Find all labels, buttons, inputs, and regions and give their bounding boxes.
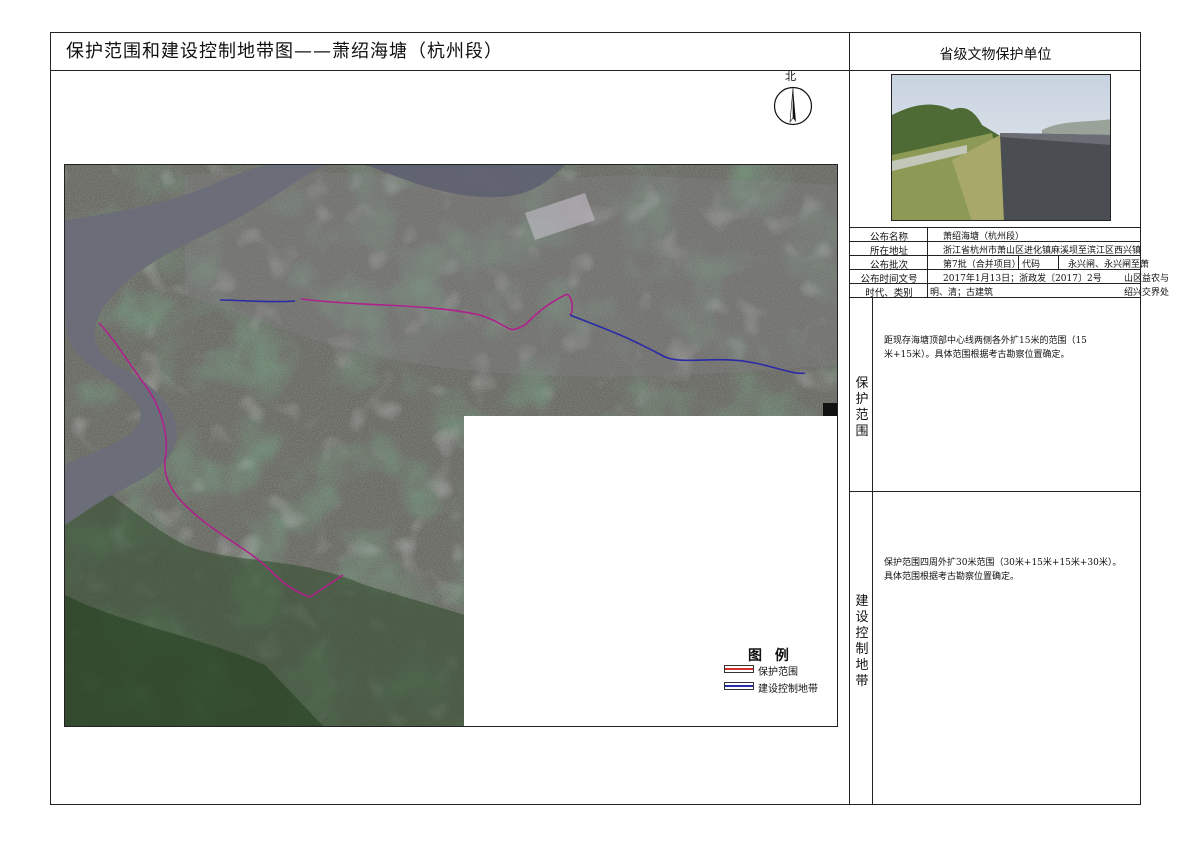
site-photo: [891, 74, 1111, 221]
info-label-doc: 公布时间文号: [860, 274, 918, 285]
info-extra-doc: 山区益农与: [1124, 274, 1170, 284]
info-value-era: 明、清；古建筑: [930, 288, 994, 298]
legend-swatch-control: [724, 682, 754, 690]
zone-label-divider: [872, 297, 873, 805]
control-zone-label: 建 设 控 制 地 带: [855, 594, 869, 689]
north-arrow-icon: [773, 86, 813, 126]
info-value-doc: 2017年1月13日；浙政发〔2017〕2号: [943, 274, 1102, 284]
panel-title: 省级文物保护单位: [939, 47, 1052, 63]
zone-divider: [849, 491, 1141, 492]
north-label: 北: [785, 70, 796, 83]
info-value-name: 萧绍海塘（杭州段）: [943, 232, 1025, 242]
title-divider: [50, 70, 1141, 71]
info-value-address: 浙江省杭州市萧山区进化镇麻溪坝至滨江区西兴镇: [943, 246, 1142, 256]
info-extra-era: 绍兴交界处: [1124, 288, 1170, 298]
satellite-imagery: [65, 165, 837, 726]
protection-zone-label: 保 护 范 围: [855, 376, 869, 439]
info-label-code: 代码: [1022, 260, 1041, 270]
info-label-address: 所在地址: [869, 246, 908, 257]
protection-zone-text: 距现存海塘顶部中心线两侧各外扩15米的范围（15 米+15米）。具体范围根据考古…: [884, 336, 1087, 360]
map-title: 保护范围和建设控制地带图——萧绍海塘（杭州段）: [66, 41, 503, 62]
info-label-era: 时代、类别: [865, 288, 913, 299]
satellite-map[interactable]: [64, 164, 838, 727]
info-label-batch: 公布批次: [869, 260, 908, 271]
legend-swatch-protection: [724, 665, 754, 673]
legend-label-protection: 保护范围: [758, 667, 798, 678]
legend-title: 图 例: [748, 648, 793, 664]
info-label-name: 公布名称: [869, 232, 908, 243]
panel-divider: [849, 32, 850, 805]
info-extra-batch: 永兴闸、永兴闸至萧: [1068, 260, 1150, 270]
legend-label-control: 建设控制地带: [758, 684, 818, 695]
control-zone-text: 保护范围四周外扩30米范围（30米+15米+15米+30米）。 具体范围根据考古…: [884, 558, 1122, 582]
info-value-batch: 第7批（合并项目）: [943, 260, 1021, 270]
